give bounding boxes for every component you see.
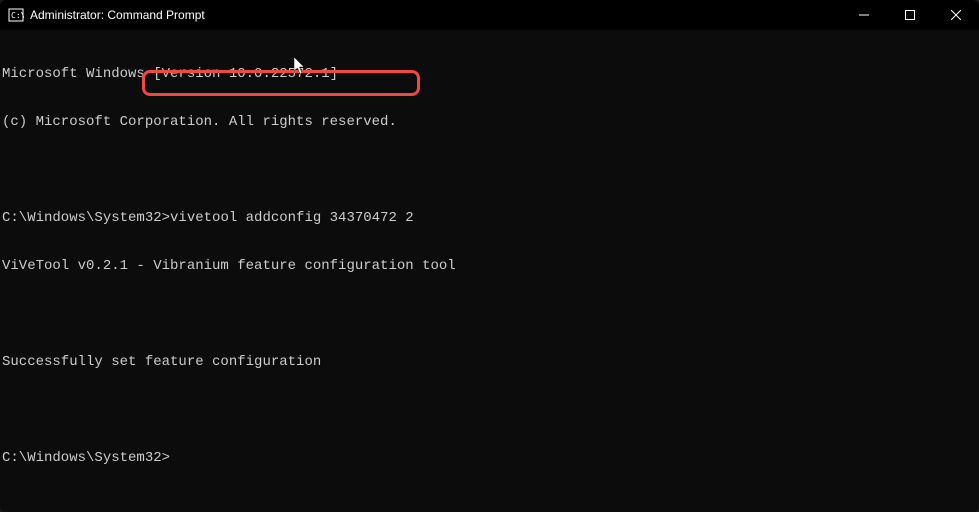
mouse-cursor-icon: [244, 41, 256, 59]
output-line: [2, 162, 977, 178]
output-line: (c) Microsoft Corporation. All rights re…: [2, 114, 977, 130]
minimize-button[interactable]: [841, 0, 887, 30]
output-line: ViVeTool v0.2.1 - Vibranium feature conf…: [2, 258, 977, 274]
window-controls: [841, 0, 979, 30]
prompt-line: C:\Windows\System32>vivetool addconfig 3…: [2, 210, 977, 226]
svg-text:C:\: C:\: [11, 11, 24, 20]
close-button[interactable]: [933, 0, 979, 30]
prompt-command: vivetool addconfig 34370472 2: [170, 210, 414, 226]
cmd-icon: C:\: [8, 7, 24, 23]
command-prompt-window: C:\ Administrator: Command Prompt: [0, 0, 979, 512]
output-line: [2, 402, 977, 418]
output-line: Successfully set feature configuration: [2, 354, 977, 370]
terminal-content[interactable]: Microsoft Windows [Version 10.0.22572.1]…: [0, 30, 979, 512]
titlebar[interactable]: C:\ Administrator: Command Prompt: [0, 0, 979, 30]
prompt-path: C:\Windows\System32>: [2, 210, 170, 226]
output-line: Microsoft Windows [Version 10.0.22572.1]: [2, 66, 977, 82]
maximize-button[interactable]: [887, 0, 933, 30]
window-title: Administrator: Command Prompt: [30, 8, 841, 22]
prompt-path: C:\Windows\System32>: [2, 450, 170, 466]
prompt-line: C:\Windows\System32>: [2, 450, 977, 466]
output-line: [2, 306, 977, 322]
